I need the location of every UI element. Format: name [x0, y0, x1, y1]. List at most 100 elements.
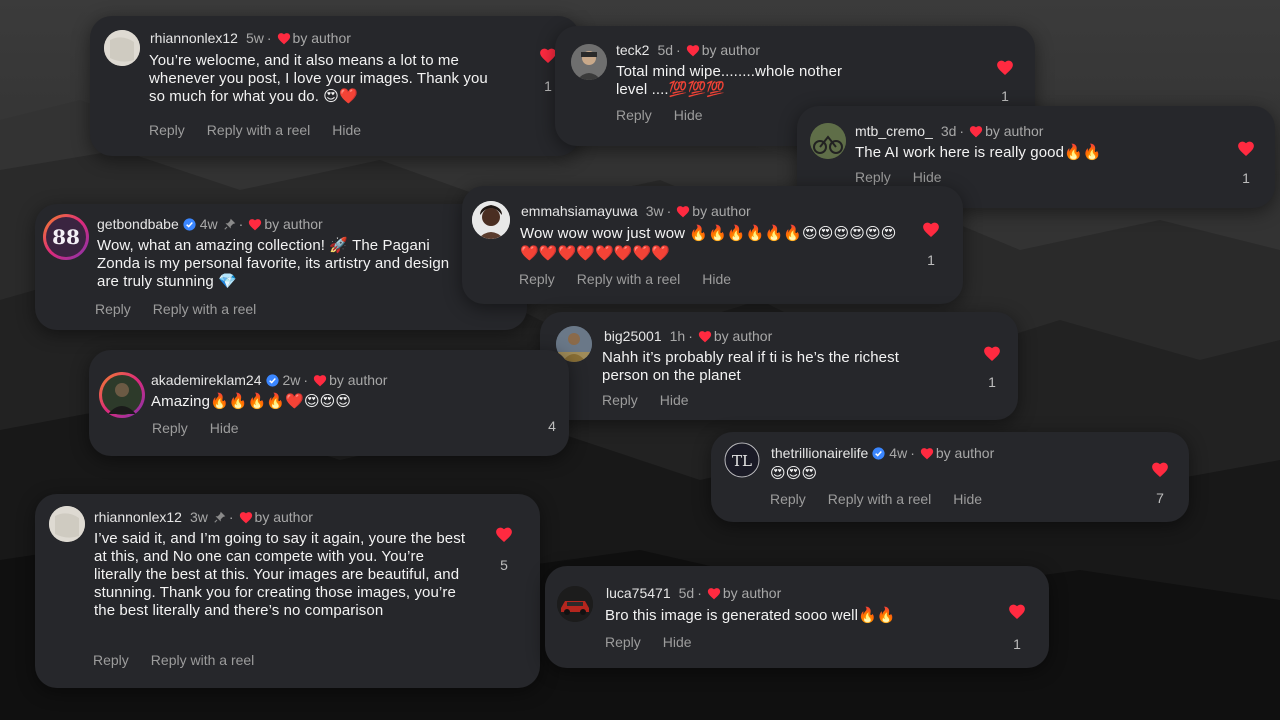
- like-heart-icon[interactable]: [1151, 461, 1169, 478]
- username[interactable]: mtb_cremo_: [855, 123, 933, 139]
- comment-header: mtb_cremo_ 3d · by author: [855, 123, 1043, 139]
- heart-icon: [698, 330, 711, 342]
- comment-actions: Reply Hide: [152, 420, 261, 436]
- reply-button[interactable]: Reply: [93, 652, 129, 668]
- like-heart-icon[interactable]: [1237, 140, 1255, 157]
- comment-actions: Reply Hide: [616, 107, 725, 123]
- reply-button[interactable]: Reply: [519, 271, 555, 287]
- username[interactable]: akademireklam24: [151, 372, 262, 388]
- username[interactable]: rhiannonlex12: [94, 509, 182, 525]
- verified-badge-icon: [872, 446, 885, 460]
- separator-dot: ·: [676, 42, 681, 58]
- hide-button[interactable]: Hide: [210, 420, 239, 436]
- like-count: 1: [927, 252, 935, 268]
- hide-button[interactable]: Hide: [674, 107, 703, 123]
- reply-button[interactable]: Reply: [149, 122, 185, 138]
- comment-card: TL thetrillionairelife 4w · by author 😍😍…: [711, 432, 1189, 522]
- comment-actions: Reply Hide: [605, 634, 714, 650]
- reply-with-reel-button[interactable]: Reply with a reel: [153, 301, 257, 317]
- like-heart-icon[interactable]: [1008, 603, 1026, 620]
- like-heart-icon[interactable]: [996, 59, 1014, 76]
- svg-text:TL: TL: [732, 452, 752, 470]
- comment-card: rhiannonlex12 5w · by author You’re welo…: [90, 16, 580, 156]
- hide-button[interactable]: Hide: [953, 491, 982, 507]
- verified-badge-icon: [183, 217, 196, 231]
- liked-by-author-label: by author: [935, 445, 995, 461]
- heart-icon: [249, 218, 262, 230]
- hide-button[interactable]: Hide: [913, 169, 942, 185]
- username[interactable]: teck2: [616, 42, 649, 58]
- hide-button[interactable]: Hide: [660, 392, 689, 408]
- username[interactable]: emmahsiamayuwa: [521, 203, 638, 219]
- comment-actions: Reply Reply with a reel: [93, 652, 276, 668]
- liked-by-author-label: by author: [722, 585, 782, 601]
- heart-icon: [969, 125, 983, 137]
- avatar[interactable]: [104, 30, 140, 66]
- comment-actions: Reply Reply with a reel Hide: [519, 271, 753, 287]
- reply-button[interactable]: Reply: [770, 491, 806, 507]
- username[interactable]: rhiannonlex12: [150, 30, 238, 46]
- like-heart-icon[interactable]: [495, 526, 513, 543]
- avatar[interactable]: [99, 372, 145, 418]
- reply-button[interactable]: Reply: [602, 392, 638, 408]
- reply-button[interactable]: Reply: [855, 169, 891, 185]
- avatar[interactable]: 88: [43, 214, 89, 260]
- avatar[interactable]: [557, 586, 593, 622]
- comment-text: Total mind wipe........whole nother leve…: [616, 63, 843, 98]
- like-count: 5: [500, 557, 508, 573]
- reply-button[interactable]: Reply: [152, 420, 188, 436]
- avatar[interactable]: TL: [724, 442, 760, 478]
- like-count: 1: [1013, 636, 1021, 652]
- avatar[interactable]: [472, 201, 510, 239]
- reply-button[interactable]: Reply: [95, 301, 131, 317]
- liked-by-author-label: by author: [692, 203, 751, 219]
- comment-header: teck2 5d · by author: [616, 42, 760, 58]
- like-heart-icon[interactable]: [922, 221, 940, 238]
- like-heart-icon[interactable]: [983, 345, 1001, 362]
- hide-button[interactable]: Hide: [332, 122, 361, 138]
- reply-with-reel-button[interactable]: Reply with a reel: [577, 271, 681, 287]
- hide-button[interactable]: Hide: [702, 271, 731, 287]
- comment-text: Nahh it’s probably real if ti is he’s th…: [602, 349, 899, 384]
- timestamp: 4w: [889, 445, 908, 461]
- comment-actions: Reply Reply with a reel Hide: [149, 122, 383, 138]
- comment-header: big25001 1h · by author: [604, 328, 772, 344]
- comment-text: Amazing🔥🔥🔥🔥❤️😍😍😍: [151, 393, 352, 410]
- avatar[interactable]: [810, 123, 846, 159]
- avatar[interactable]: [571, 44, 607, 80]
- liked-by-author-label: by author: [264, 216, 323, 232]
- pin-icon: [214, 511, 226, 523]
- heart-icon: [313, 374, 327, 386]
- comment-actions: Reply Hide: [855, 169, 964, 185]
- comment-card: akademireklam24 2w · by author Amazing🔥🔥…: [89, 350, 569, 456]
- reply-with-reel-button[interactable]: Reply with a reel: [151, 652, 255, 668]
- username[interactable]: getbondbabe: [97, 216, 179, 232]
- separator-dot: ·: [666, 203, 672, 219]
- separator-dot: ·: [266, 30, 272, 46]
- comment-card: rhiannonlex12 3w · by author I’ve said i…: [35, 494, 540, 688]
- heart-icon: [277, 32, 290, 44]
- comment-header: akademireklam24 2w · by author: [151, 372, 387, 388]
- username[interactable]: luca75471: [606, 585, 671, 601]
- heart-icon: [707, 587, 720, 599]
- username[interactable]: thetrillionairelife: [771, 445, 868, 461]
- like-count: 7: [1156, 490, 1164, 506]
- timestamp: 2w: [282, 372, 301, 388]
- comment-actions: Reply Reply with a reel Hide: [770, 491, 1004, 507]
- comment-card: big25001 1h · by author Nahh it’s probab…: [540, 312, 1018, 420]
- username[interactable]: big25001: [604, 328, 662, 344]
- comment-text: The AI work here is really good🔥🔥: [855, 144, 1102, 161]
- reply-with-reel-button[interactable]: Reply with a reel: [207, 122, 311, 138]
- hide-button[interactable]: Hide: [663, 634, 692, 650]
- comment-text: Wow, what an amazing collection! 🚀 The P…: [97, 237, 450, 290]
- like-count: 1: [1242, 170, 1250, 186]
- separator-dot: ·: [303, 372, 309, 388]
- timestamp: 5w: [245, 30, 264, 46]
- avatar[interactable]: [49, 506, 85, 542]
- comment-card: emmahsiamayuwa 3w · by author Wow wow wo…: [462, 186, 963, 304]
- reply-button[interactable]: Reply: [605, 634, 641, 650]
- reply-button[interactable]: Reply: [616, 107, 652, 123]
- reply-with-reel-button[interactable]: Reply with a reel: [828, 491, 932, 507]
- heart-icon: [677, 205, 690, 217]
- comment-card: luca75471 5d · by author Bro this image …: [545, 566, 1049, 668]
